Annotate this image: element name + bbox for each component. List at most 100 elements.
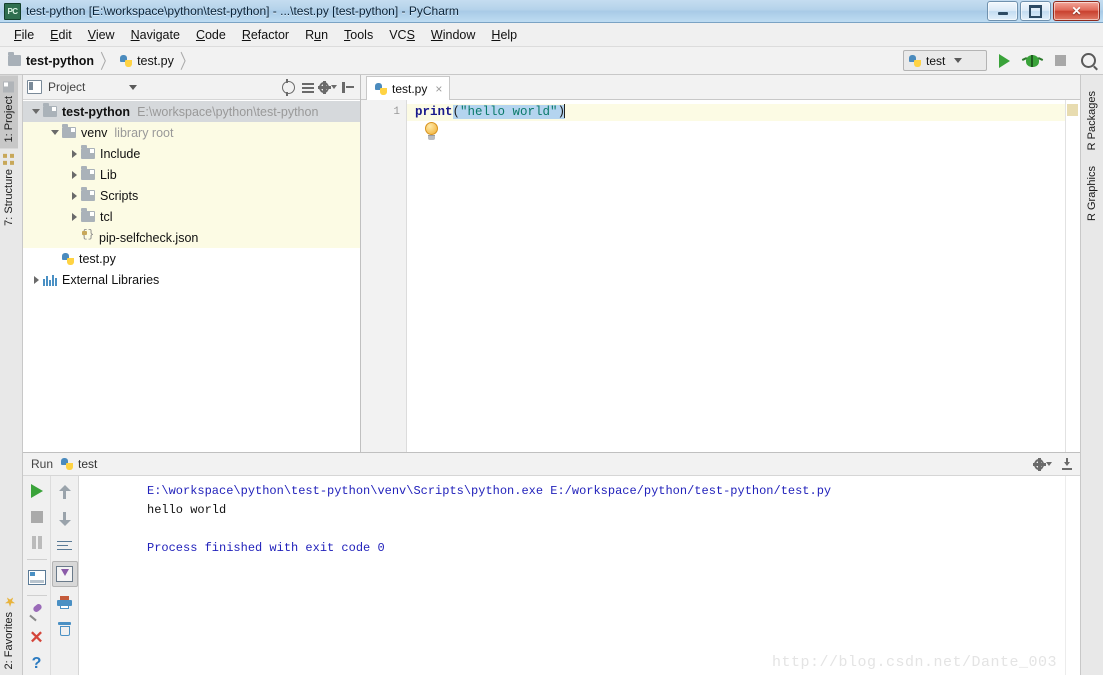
folder-icon xyxy=(81,145,95,159)
tree-row[interactable]: test.py xyxy=(23,248,360,269)
tree-row[interactable]: test-python E:\workspace\python\test-pyth… xyxy=(23,101,360,122)
tree-node-sublabel: E:\workspace\python\test-python xyxy=(137,104,319,119)
previous-occurrence-button[interactable] xyxy=(53,480,77,504)
stop-button[interactable] xyxy=(1049,50,1071,72)
soft-wrap-button[interactable] xyxy=(53,534,77,558)
sidebar-item-r-graphics[interactable]: R Graphics xyxy=(1083,158,1101,229)
menu-code[interactable]: Code xyxy=(188,25,234,45)
menu-run[interactable]: Run xyxy=(297,25,336,45)
chevron-right-icon[interactable] xyxy=(67,213,81,221)
maximize-button[interactable] xyxy=(1020,1,1051,21)
run-panel-title: Run xyxy=(31,457,54,471)
tree-row[interactable]: Scripts xyxy=(23,185,360,206)
tree-row[interactable]: pip-selfcheck.json xyxy=(23,227,360,248)
tree-row[interactable]: Include xyxy=(23,143,360,164)
tree-row[interactable]: tcl xyxy=(23,206,360,227)
scroll-thumb[interactable] xyxy=(1067,104,1078,116)
close-run-tab-button[interactable]: ✕ xyxy=(25,627,49,649)
help-button[interactable]: ? xyxy=(25,653,49,675)
breadcrumb-item-file[interactable]: test.py xyxy=(120,54,174,68)
tree-node-sublabel: library root xyxy=(114,125,174,140)
project-settings-button[interactable] xyxy=(318,78,337,96)
sidebar-structure-label: 7: Structure xyxy=(3,169,15,227)
tree-row[interactable]: External Libraries xyxy=(23,269,360,290)
run-configuration-label: test xyxy=(926,53,946,68)
run-tool-window: Run test ✕ ? E:\workspace\python\test-py… xyxy=(23,452,1080,675)
hide-run-panel-button[interactable] xyxy=(1058,455,1076,473)
folder-icon xyxy=(81,187,95,201)
printer-icon xyxy=(57,595,72,609)
search-icon xyxy=(1080,53,1096,68)
chevron-right-icon[interactable] xyxy=(67,150,81,158)
debug-button[interactable] xyxy=(1021,50,1043,72)
code-line-1[interactable]: print("hello world") xyxy=(407,104,1065,121)
chevron-right-icon[interactable] xyxy=(67,171,81,179)
scroll-to-end-button[interactable] xyxy=(51,561,78,587)
close-icon[interactable]: × xyxy=(435,82,442,96)
close-button[interactable]: ✕ xyxy=(1053,1,1100,21)
run-settings-button[interactable] xyxy=(1033,455,1052,473)
gear-icon xyxy=(1033,457,1046,471)
pause-icon xyxy=(31,535,42,549)
chevron-right-icon[interactable] xyxy=(29,276,43,284)
chevron-right-icon[interactable] xyxy=(67,192,81,200)
code-editor[interactable]: print("hello world") xyxy=(407,100,1065,452)
sidebar-favorites-label: 2: Favorites xyxy=(3,611,15,669)
pin-tab-button[interactable] xyxy=(25,602,49,624)
trash-icon xyxy=(58,622,71,636)
tree-row[interactable]: venv library root xyxy=(23,122,360,143)
breadcrumb-item-project[interactable]: test-python xyxy=(8,52,94,68)
json-file-icon xyxy=(81,229,94,244)
menu-help[interactable]: Help xyxy=(483,25,525,45)
sidebar-item-r-packages[interactable]: R Packages xyxy=(1083,83,1101,158)
lightbulb-icon[interactable] xyxy=(425,122,438,140)
run-panel-body: ✕ ? E:\workspace\python\test-python\venv… xyxy=(23,476,1080,675)
scroll-from-source-button[interactable] xyxy=(279,78,297,96)
chevron-down-icon[interactable] xyxy=(48,130,62,135)
sidebar-item-favorites[interactable]: 2: Favorites ★ xyxy=(0,587,18,675)
run-configuration-selector[interactable]: test xyxy=(903,50,987,71)
hide-panel-button[interactable] xyxy=(339,78,357,96)
pause-output-button[interactable] xyxy=(25,531,49,553)
menu-navigate[interactable]: Navigate xyxy=(123,25,188,45)
search-everywhere-button[interactable] xyxy=(1077,50,1099,72)
rerun-button[interactable] xyxy=(25,480,49,502)
chevron-down-icon[interactable] xyxy=(29,109,43,114)
chevron-down-icon xyxy=(331,85,337,89)
menu-view[interactable]: View xyxy=(80,25,123,45)
menu-window[interactable]: Window xyxy=(423,25,483,45)
tree-row[interactable]: Lib xyxy=(23,164,360,185)
menu-refactor[interactable]: Refactor xyxy=(234,25,297,45)
print-button[interactable] xyxy=(53,590,77,614)
stop-process-button[interactable] xyxy=(25,505,49,527)
menubar: File Edit View Navigate Code Refactor Ru… xyxy=(0,23,1103,47)
run-panel-toolbar: ✕ ? xyxy=(23,476,79,675)
console-line: E:\workspace\python\test-python\venv\Scr… xyxy=(147,484,832,498)
sidebar-item-structure[interactable]: 7: Structure xyxy=(0,148,18,232)
toggle-console-button[interactable] xyxy=(25,566,49,588)
editor-marker-bar[interactable] xyxy=(1065,100,1080,452)
tab-test-py[interactable]: test.py × xyxy=(366,76,451,100)
minimize-button[interactable] xyxy=(987,1,1018,21)
center-column: Project test-python E:\workspace\python\… xyxy=(23,75,1080,675)
toolbar-divider xyxy=(26,594,47,596)
next-occurrence-button[interactable] xyxy=(53,507,77,531)
console-scrollbar[interactable] xyxy=(1065,476,1080,675)
run-toolbar-primary: ✕ ? xyxy=(23,476,50,675)
chevron-down-icon[interactable] xyxy=(129,84,138,90)
clear-all-button[interactable] xyxy=(53,617,77,641)
console-output[interactable]: E:\workspace\python\test-python\venv\Scr… xyxy=(79,476,1065,675)
run-tab-test[interactable]: test xyxy=(61,457,97,471)
structure-icon xyxy=(3,154,15,166)
tree-node-label: Include xyxy=(100,146,141,161)
run-button[interactable] xyxy=(993,50,1015,72)
sidebar-item-project[interactable]: 1: Project xyxy=(0,75,18,149)
tree-node-label: External Libraries xyxy=(62,272,160,287)
collapse-all-button[interactable] xyxy=(299,78,317,96)
console-line: Process finished with exit code 0 xyxy=(147,541,385,555)
menu-vcs[interactable]: VCS xyxy=(381,25,423,45)
menu-file[interactable]: File xyxy=(6,25,42,45)
menu-tools[interactable]: Tools xyxy=(336,25,381,45)
project-panel-header: Project xyxy=(23,75,360,100)
menu-edit[interactable]: Edit xyxy=(42,25,80,45)
